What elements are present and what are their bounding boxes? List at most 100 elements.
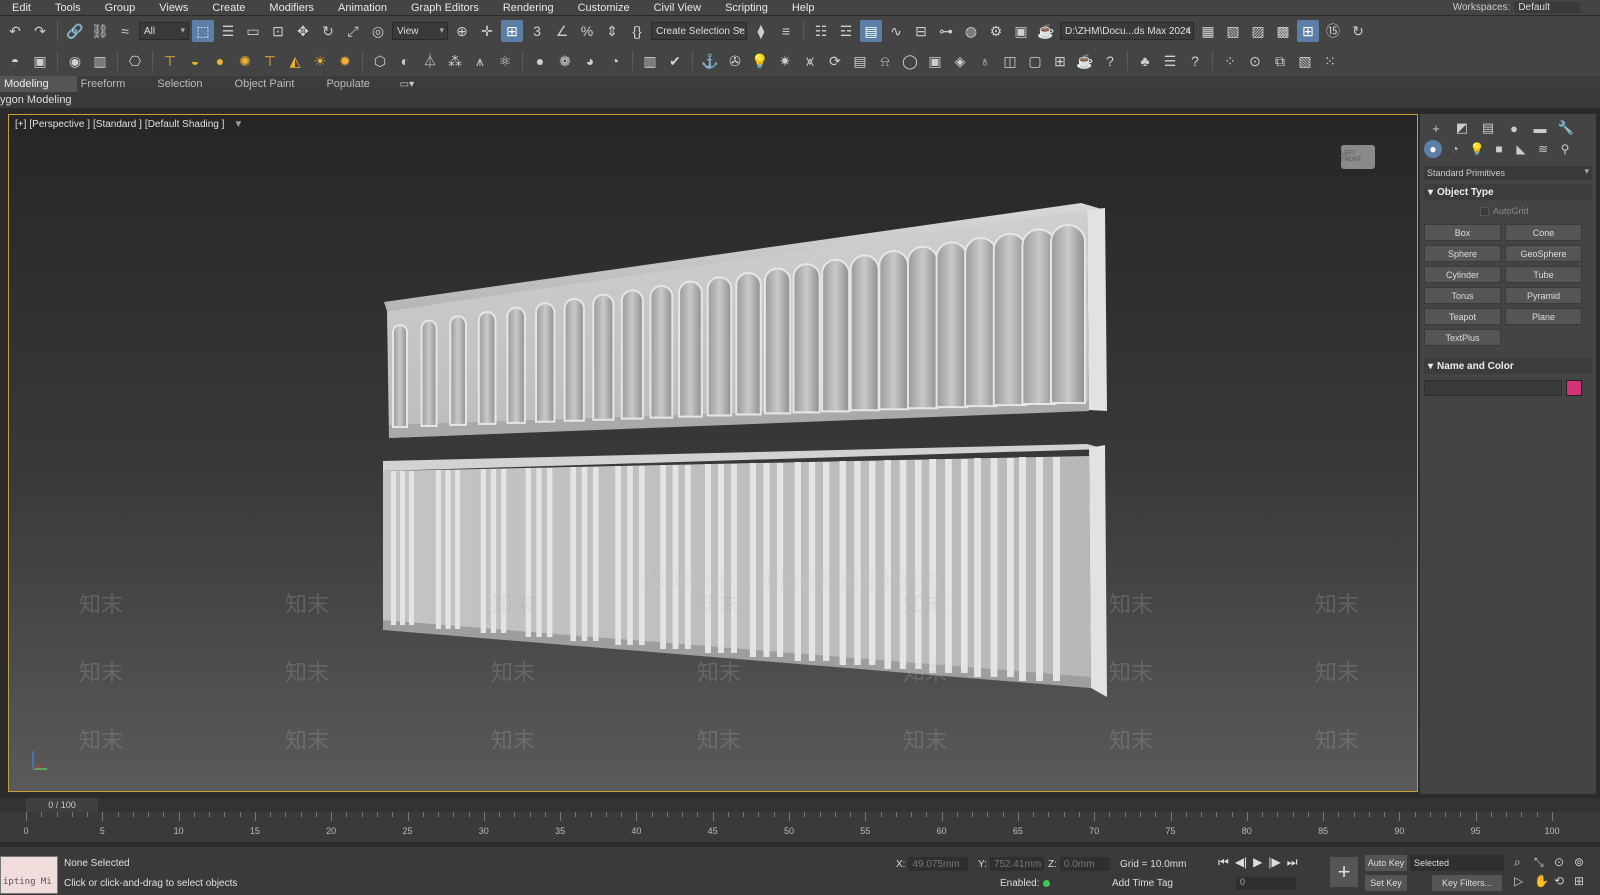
- select-manipulate-icon[interactable]: ✛: [476, 20, 498, 42]
- material-editor-icon[interactable]: ◍: [960, 20, 982, 42]
- light-icon-1[interactable]: ⊤: [159, 50, 181, 72]
- helper-icon-13[interactable]: ◫: [999, 50, 1021, 72]
- select-object-icon[interactable]: ⬚: [192, 20, 214, 42]
- pivot-center-icon[interactable]: ⊕: [451, 20, 473, 42]
- geosphere-button[interactable]: GeoSphere: [1505, 245, 1582, 262]
- torus-button[interactable]: Torus: [1424, 287, 1501, 304]
- menu-modifiers[interactable]: Modifiers: [257, 2, 326, 14]
- snap-icon-5[interactable]: ⁙: [1319, 50, 1341, 72]
- set-key-button[interactable]: Set Key: [1365, 875, 1407, 891]
- cylinder-button[interactable]: Cylinder: [1424, 266, 1501, 283]
- tube-button[interactable]: Tube: [1505, 266, 1582, 283]
- menu-group[interactable]: Group: [93, 2, 148, 14]
- play-icon[interactable]: ▶: [1253, 855, 1262, 870]
- snap-icon-3[interactable]: ⧉: [1269, 50, 1291, 72]
- time-slider[interactable]: 0 / 100: [26, 798, 98, 812]
- light-icon-3[interactable]: ●: [209, 50, 231, 72]
- zoom-extents-icon[interactable]: ⊙: [1554, 855, 1574, 870]
- cone-button[interactable]: Cone: [1505, 224, 1582, 241]
- cluster-icon[interactable]: ❁: [554, 50, 576, 72]
- shaded-sphere-icon[interactable]: ●: [529, 50, 551, 72]
- helper-icon-14[interactable]: ▢: [1024, 50, 1046, 72]
- render-production-icon[interactable]: ☕: [1035, 20, 1057, 42]
- spinner-snap-icon[interactable]: ⇕: [601, 20, 623, 42]
- snap-toggle-icon[interactable]: 3: [526, 20, 548, 42]
- helpers-icon[interactable]: ◣: [1512, 140, 1530, 158]
- object-color-swatch[interactable]: [1566, 380, 1582, 396]
- snap-icon-2[interactable]: ⊙: [1244, 50, 1266, 72]
- viewcube[interactable]: LEFT FRONT: [1341, 145, 1375, 169]
- question-icon[interactable]: ?: [1184, 50, 1206, 72]
- lights-icon[interactable]: 💡: [1468, 140, 1486, 158]
- light-icon-6[interactable]: ◭: [284, 50, 306, 72]
- atom-icon[interactable]: ⚛: [494, 50, 516, 72]
- redo-icon[interactable]: ↷: [29, 20, 51, 42]
- auto-key-button[interactable]: Auto Key: [1365, 855, 1407, 871]
- menu-rendering[interactable]: Rendering: [491, 2, 566, 14]
- helper-icon-8[interactable]: ⍾: [874, 50, 896, 72]
- orbit-icon[interactable]: ⟲: [1554, 874, 1574, 888]
- align-icon[interactable]: ≡: [775, 20, 797, 42]
- tab-populate[interactable]: Populate: [322, 76, 397, 92]
- geometry-icon[interactable]: ●: [1424, 140, 1442, 158]
- grass-icon[interactable]: ⩚: [469, 50, 491, 72]
- select-by-name-icon[interactable]: ☰: [217, 20, 239, 42]
- check-icon[interactable]: ✔: [664, 50, 686, 72]
- primitive-category-dropdown[interactable]: Standard Primitives: [1424, 166, 1592, 180]
- light-icon-4[interactable]: ✺: [234, 50, 256, 72]
- enabled-indicator-icon[interactable]: [1043, 880, 1051, 887]
- maximize-viewport-icon[interactable]: ⊞: [1574, 874, 1594, 888]
- teapot-button[interactable]: Teapot: [1424, 308, 1501, 325]
- dope-sheet-icon[interactable]: ⊟: [910, 20, 932, 42]
- autogrid-checkbox[interactable]: [1480, 206, 1489, 216]
- perspective-viewport[interactable]: [+] [Perspective ] [Standard ] [Default …: [8, 114, 1418, 792]
- cameras-icon[interactable]: ■: [1490, 140, 1508, 158]
- snap-icon-1[interactable]: ⁘: [1219, 50, 1241, 72]
- go-to-end-icon[interactable]: ⏭: [1287, 855, 1298, 870]
- geo-icon[interactable]: ⏃: [419, 50, 441, 72]
- rect-selection-icon[interactable]: ▭: [242, 20, 264, 42]
- box-icon[interactable]: ⬡: [369, 50, 391, 72]
- menu-civil-view[interactable]: Civil View: [642, 2, 713, 14]
- tab-freeform[interactable]: Freeform: [77, 76, 154, 92]
- tool-icon-2[interactable]: ▣: [29, 50, 51, 72]
- light-icon-5[interactable]: ⊤: [259, 50, 281, 72]
- project-icon-3[interactable]: ▨: [1247, 20, 1269, 42]
- key-selection-dropdown[interactable]: Selected: [1410, 855, 1504, 871]
- previous-frame-icon[interactable]: ◀|: [1235, 855, 1247, 870]
- menu-scripting[interactable]: Scripting: [713, 2, 780, 14]
- percent-snap-icon[interactable]: %: [576, 20, 598, 42]
- tree-icon[interactable]: ♣: [1134, 50, 1156, 72]
- sun-icon[interactable]: ☀: [309, 50, 331, 72]
- z-field[interactable]: 0.0mm: [1059, 857, 1110, 871]
- workspace-selector[interactable]: Workspaces: Default: [1453, 0, 1580, 15]
- project-icon-4[interactable]: ▩: [1272, 20, 1294, 42]
- keyboard-shortcut-icon[interactable]: ⊞: [501, 20, 523, 42]
- display-tab-icon[interactable]: ▬: [1530, 120, 1550, 136]
- tool-icon-3[interactable]: ◉: [64, 50, 86, 72]
- menu-customize[interactable]: Customize: [566, 2, 642, 14]
- rotate-icon[interactable]: ↻: [317, 20, 339, 42]
- systems-icon[interactable]: ⚲: [1556, 140, 1574, 158]
- ribbon-options-icon[interactable]: ▭▾: [398, 77, 416, 91]
- name-color-rollout[interactable]: ▾ Name and Color: [1424, 358, 1592, 374]
- project-folder-dropdown[interactable]: D:\ZHM\Docu...ds Max 2024: [1060, 22, 1194, 40]
- y-field[interactable]: 752.41mm: [989, 857, 1044, 871]
- helper-icon-3[interactable]: 💡: [749, 50, 771, 72]
- helper-icon-10[interactable]: ▣: [924, 50, 946, 72]
- scene-explorer-icon[interactable]: ☷: [810, 20, 832, 42]
- hierarchy-tab-icon[interactable]: ▤: [1478, 120, 1498, 136]
- spacewarps-icon[interactable]: ≋: [1534, 140, 1552, 158]
- link-icon[interactable]: 🔗: [64, 20, 86, 42]
- sync-icon[interactable]: ↻: [1347, 20, 1369, 42]
- placement-icon[interactable]: ◎: [367, 20, 389, 42]
- menu-tools[interactable]: Tools: [43, 2, 93, 14]
- render-setup-icon[interactable]: ⚙: [985, 20, 1007, 42]
- undo-icon[interactable]: ↶: [4, 20, 26, 42]
- skylight-icon[interactable]: ✹: [334, 50, 356, 72]
- zoom-all-icon[interactable]: ⤡: [1534, 855, 1554, 870]
- counter-icon[interactable]: ⑮: [1322, 20, 1344, 42]
- motion-tab-icon[interactable]: ●: [1504, 120, 1524, 136]
- edit-named-sets-icon[interactable]: {}: [626, 20, 648, 42]
- tab-selection[interactable]: Selection: [153, 76, 230, 92]
